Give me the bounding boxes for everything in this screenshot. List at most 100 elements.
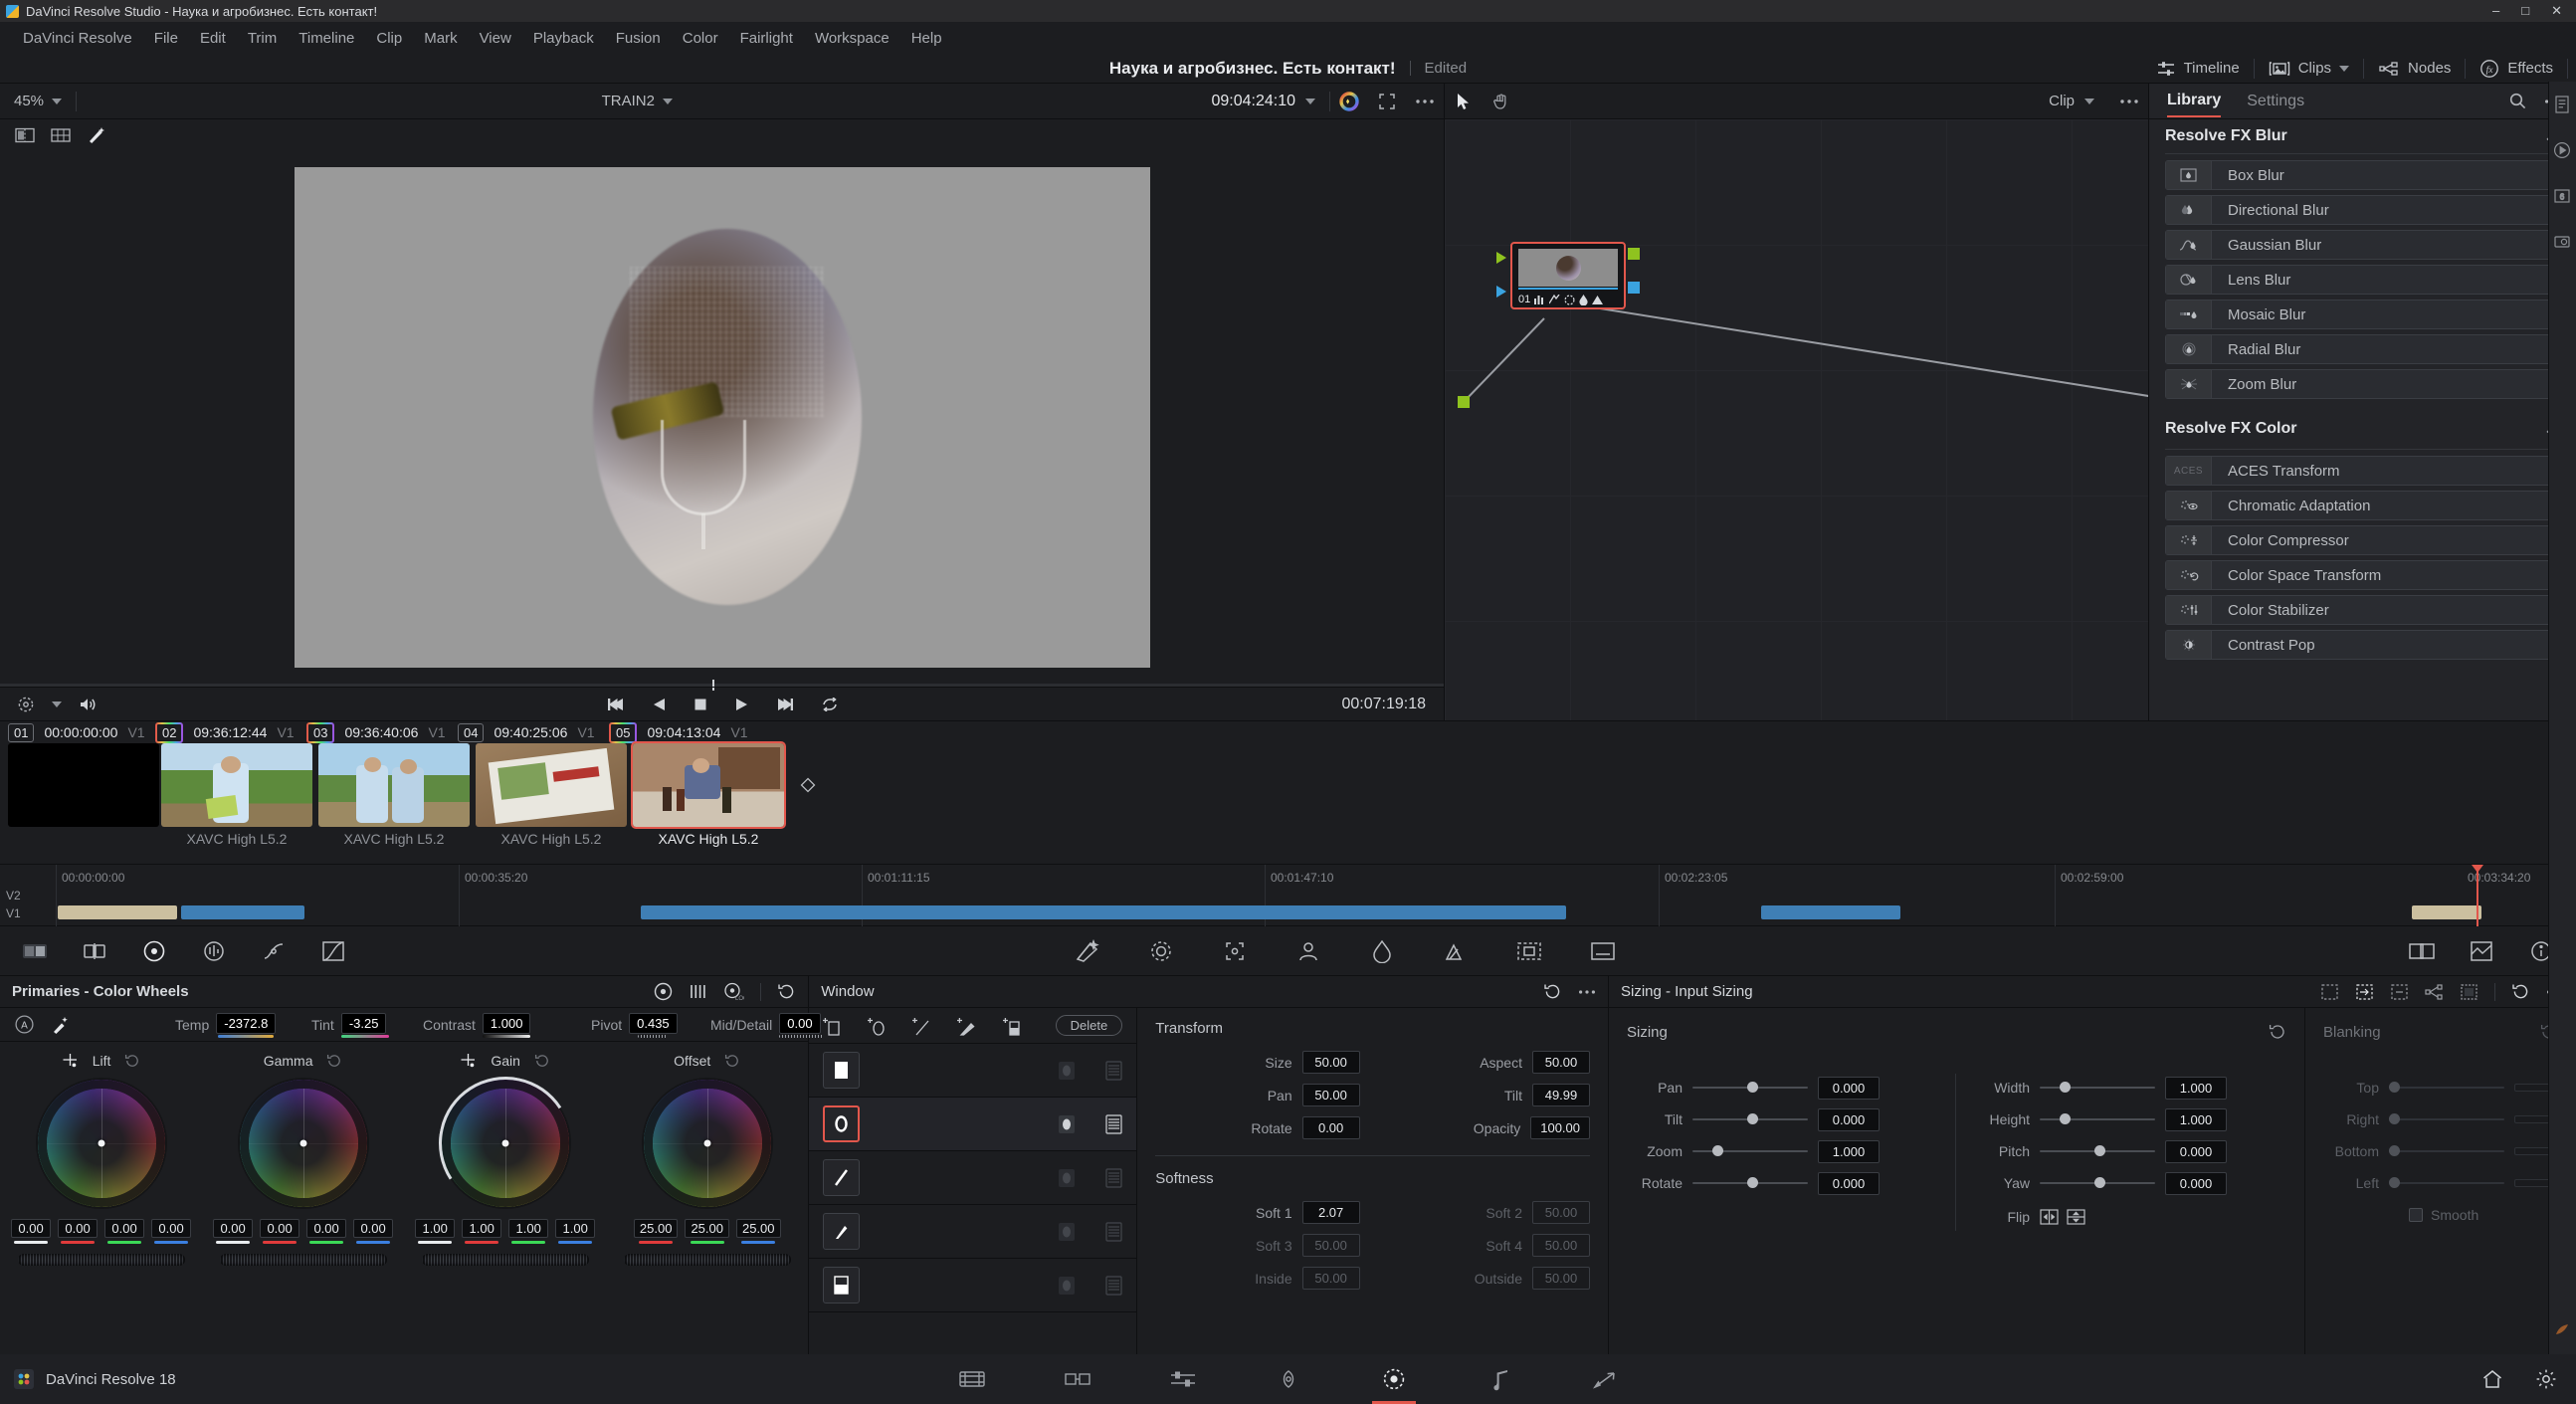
offset-wheel-handle[interactable]	[703, 1139, 711, 1147]
stills-icon[interactable]	[2553, 233, 2573, 253]
sizing-zoom-value[interactable]: 1.000	[1818, 1139, 1880, 1163]
menu-playback[interactable]: Playback	[522, 26, 605, 51]
tilt-value[interactable]: 49.99	[1532, 1084, 1590, 1106]
gain-wheel-handle[interactable]	[501, 1139, 509, 1147]
toggle-effects-panel[interactable]: fx Effects	[2466, 54, 2567, 84]
blanking-icon[interactable]	[2460, 983, 2478, 1001]
toggle-timeline-panel[interactable]: Timeline	[2142, 54, 2254, 84]
pivot-value[interactable]: 0.435	[629, 1012, 678, 1034]
soft1-value[interactable]: 2.07	[1301, 1201, 1360, 1224]
pan-slider[interactable]	[1692, 1081, 1808, 1095]
sizing-pitch-value[interactable]: 0.000	[2165, 1139, 2227, 1163]
rotate-slider[interactable]	[1692, 1176, 1808, 1190]
aspect-value[interactable]: 50.00	[1532, 1051, 1590, 1074]
fullscreen-icon[interactable]	[1368, 87, 1406, 116]
gamma-y-value[interactable]: 0.00	[213, 1219, 254, 1238]
offset-r-value[interactable]: 25.00	[633, 1219, 679, 1238]
effect-item-zoom-blur[interactable]: Zoom Blur	[2165, 369, 2560, 399]
add-gradient-window-icon[interactable]	[1003, 1016, 1022, 1036]
auto-balance-badge[interactable]: A	[14, 1014, 35, 1035]
color-wheels-icon[interactable]	[141, 938, 167, 964]
timeline-playhead[interactable]	[2472, 865, 2483, 926]
flip-vertical-icon[interactable]	[2067, 1208, 2085, 1226]
soft4-value[interactable]: 50.00	[1532, 1234, 1590, 1257]
reset-icon[interactable]	[777, 982, 796, 1001]
data-burn-icon[interactable]	[1590, 938, 1616, 964]
node-01[interactable]: 01	[1496, 242, 1640, 309]
gamma-r-value[interactable]: 0.00	[260, 1219, 300, 1238]
add-curve-window-icon[interactable]	[957, 1016, 977, 1036]
lift-y-value[interactable]: 0.00	[11, 1219, 52, 1238]
grid-view-icon[interactable]	[50, 125, 72, 145]
node-key-output-port[interactable]	[1628, 282, 1640, 294]
window-mask-toggle[interactable]	[1105, 1221, 1122, 1242]
lift-r-value[interactable]: 0.00	[58, 1219, 99, 1238]
effect-item-directional-blur[interactable]: Directional Blur	[2165, 195, 2560, 225]
search-icon[interactable]	[2509, 93, 2526, 109]
timeline-name-selector[interactable]: TRAIN2	[602, 93, 673, 109]
stop-icon[interactable]	[694, 698, 707, 711]
bars-mode-icon[interactable]	[689, 982, 707, 1001]
color-match-icon[interactable]	[82, 938, 107, 964]
gamma-master-slider[interactable]	[219, 1254, 387, 1266]
loop-icon[interactable]	[821, 697, 839, 711]
window-invert-toggle[interactable]	[1058, 1114, 1076, 1134]
maximize-button[interactable]: □	[2521, 3, 2529, 19]
gamma-wheel-handle[interactable]	[299, 1139, 307, 1147]
menu-trim[interactable]: Trim	[237, 26, 288, 51]
grab-icon[interactable]	[1483, 87, 1520, 116]
tint-value[interactable]: -3.25	[340, 1012, 387, 1034]
timeline-clip-segment[interactable]	[58, 905, 177, 919]
window-invert-toggle[interactable]	[1058, 1276, 1076, 1296]
window-row-gradient[interactable]	[809, 1259, 1137, 1312]
camera-raw-icon[interactable]	[22, 938, 48, 964]
viewer-zoom-control[interactable]: 45%	[0, 93, 76, 109]
soft3-value[interactable]: 50.00	[1301, 1234, 1360, 1257]
minimize-button[interactable]: –	[2492, 3, 2499, 19]
blanking-top-slider[interactable]	[2389, 1081, 2504, 1095]
add-circular-window-icon[interactable]	[868, 1016, 887, 1036]
clip-thumbnail-03[interactable]	[318, 743, 470, 827]
timeline-clip-segment[interactable]	[641, 905, 1566, 919]
toggle-nodes-panel[interactable]: Nodes	[2364, 54, 2465, 84]
effect-item-color-space-transform[interactable]: Color Space Transform	[2165, 560, 2560, 590]
menu-fairlight[interactable]: Fairlight	[729, 26, 804, 51]
flip-horizontal-icon[interactable]	[2040, 1208, 2059, 1226]
effect-item-color-stabilizer[interactable]: Color Stabilizer	[2165, 595, 2560, 625]
menu-workspace[interactable]: Workspace	[804, 26, 900, 51]
viewer-canvas[interactable]	[0, 151, 1444, 684]
effects-group-blur-header[interactable]: Resolve FX Blur	[2159, 119, 2566, 153]
effect-item-chromatic-adaptation[interactable]: Chromatic Adaptation	[2165, 491, 2560, 520]
reset-icon[interactable]	[534, 1053, 550, 1069]
sizing-tilt-value[interactable]: 0.000	[1818, 1107, 1880, 1131]
chevron-down-icon[interactable]	[2084, 98, 2094, 104]
chevron-down-icon[interactable]	[2339, 65, 2350, 72]
lift-b-value[interactable]: 0.00	[151, 1219, 192, 1238]
blanking-right-slider[interactable]	[2389, 1112, 2504, 1126]
key-icon[interactable]	[1443, 938, 1469, 964]
offset-master-slider[interactable]	[623, 1254, 791, 1266]
chevron-down-icon[interactable]	[52, 98, 63, 104]
contrast-value[interactable]: 1.000	[482, 1012, 531, 1034]
window-invert-toggle[interactable]	[1058, 1168, 1076, 1188]
tab-library[interactable]: Library	[2167, 92, 2222, 117]
gain-y-value[interactable]: 1.00	[415, 1219, 456, 1238]
reset-icon[interactable]	[124, 1053, 140, 1069]
effect-item-aces-transform[interactable]: ACES ACES Transform	[2165, 456, 2560, 486]
gallery-icon[interactable]: 6	[2553, 187, 2573, 207]
window-invert-toggle[interactable]	[1058, 1061, 1076, 1081]
width-slider[interactable]	[2040, 1081, 2155, 1095]
timeline-clip-segment[interactable]	[1761, 905, 1900, 919]
effect-item-contrast-pop[interactable]: Contrast Pop	[2165, 630, 2560, 660]
reset-icon[interactable]	[724, 1053, 740, 1069]
effect-item-lens-blur[interactable]: Lens Blur	[2165, 265, 2560, 295]
log-wheels-icon[interactable]	[261, 938, 287, 964]
menu-view[interactable]: View	[469, 26, 522, 51]
skip-to-end-icon[interactable]	[775, 698, 795, 711]
gain-r-value[interactable]: 1.00	[462, 1219, 502, 1238]
toggle-clips-panel[interactable]: Clips	[2255, 54, 2363, 84]
window-mask-toggle[interactable]	[1105, 1167, 1122, 1188]
offset-b-value[interactable]: 25.00	[735, 1219, 781, 1238]
offset-wheel[interactable]	[643, 1080, 771, 1207]
menu-mark[interactable]: Mark	[413, 26, 468, 51]
